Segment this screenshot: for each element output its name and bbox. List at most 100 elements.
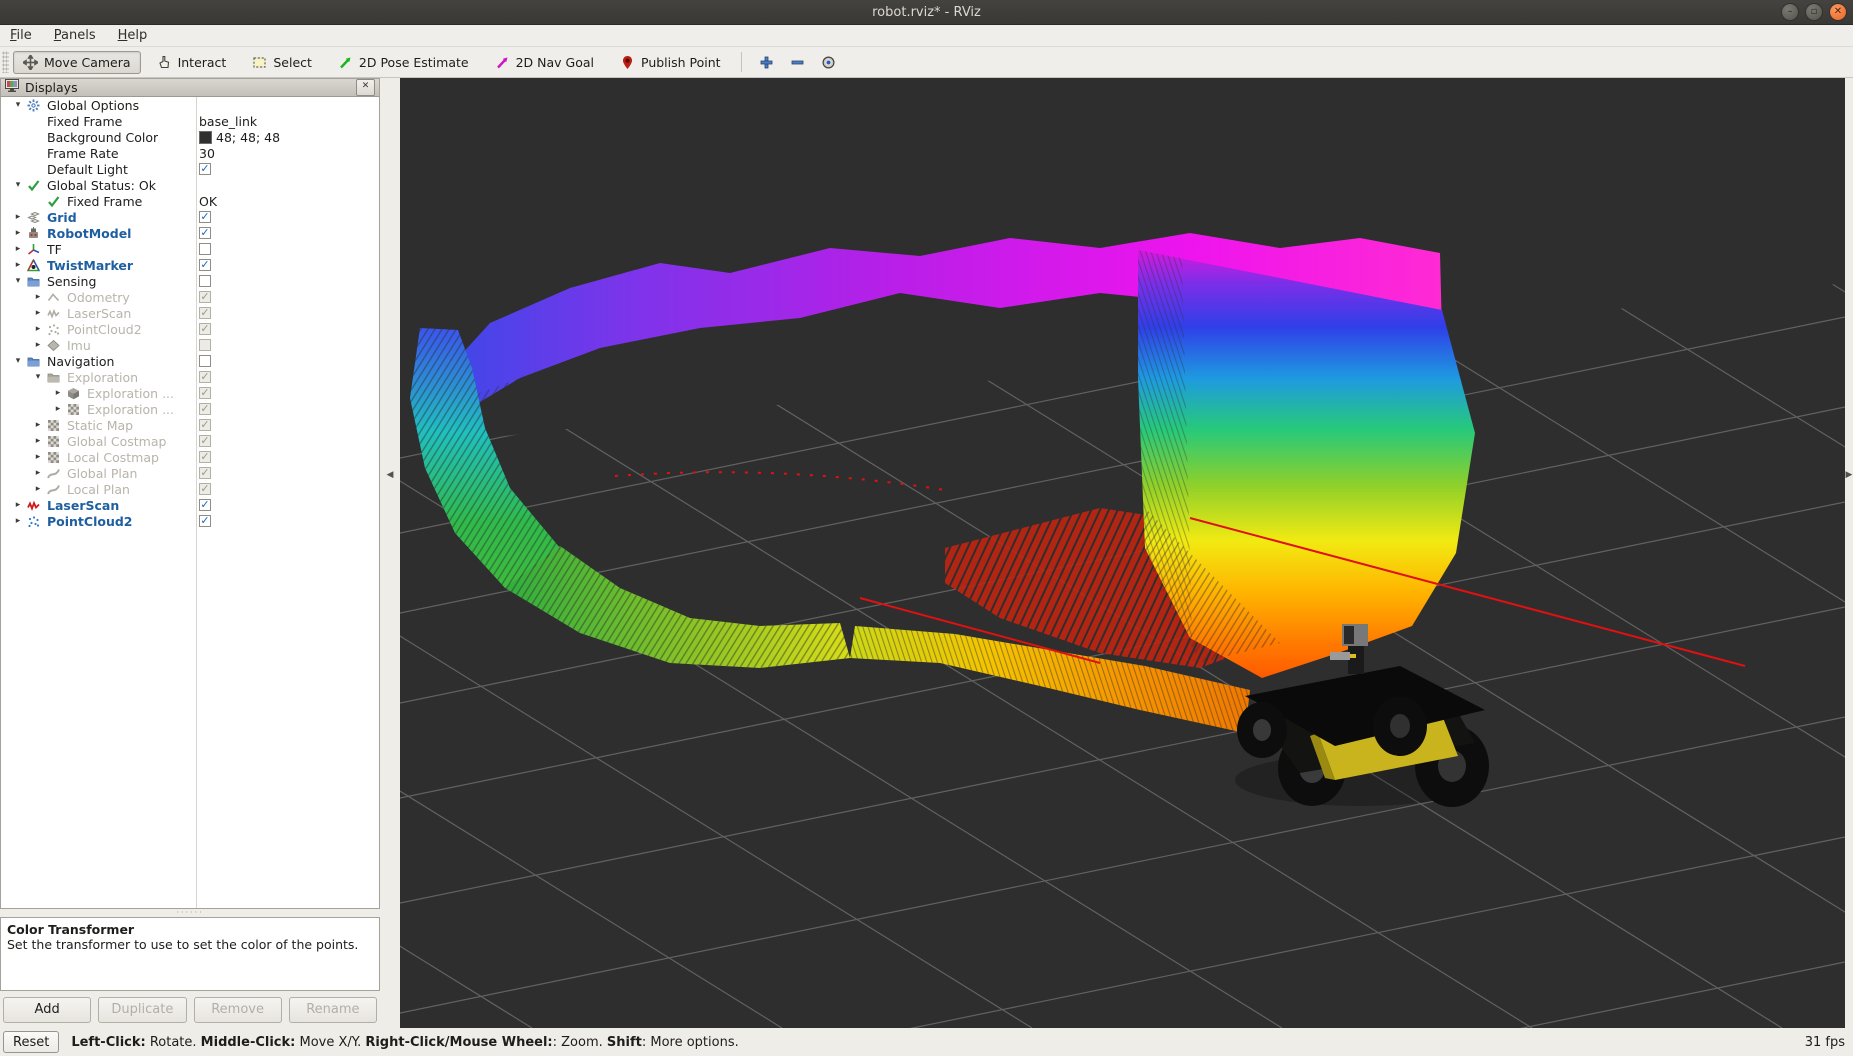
maximize-button[interactable]: ▫	[1805, 3, 1823, 21]
visibility-checkbox[interactable]: ✓	[199, 227, 211, 239]
display-row-global-plan[interactable]: ▸Global Plan✓	[1, 465, 379, 481]
display-row-global-costmap[interactable]: ▸Global Costmap✓	[1, 433, 379, 449]
tool-focus-eye[interactable]	[814, 51, 843, 74]
visibility-checkbox[interactable]: ✓	[199, 499, 211, 511]
expander-icon[interactable]: ▸	[29, 292, 47, 302]
visibility-checkbox[interactable]: ✓	[199, 163, 211, 175]
visibility-checkbox[interactable]: ✓	[199, 419, 211, 431]
display-row-exploration[interactable]: ▸Exploration ...✓	[1, 401, 379, 417]
expander-icon[interactable]: ▸	[9, 212, 27, 222]
minimize-button[interactable]: –	[1781, 3, 1799, 21]
display-row-global-options[interactable]: ▾Global Options	[1, 97, 379, 113]
tool-interact[interactable]: Interact	[147, 51, 237, 74]
visibility-checkbox[interactable]: ✓	[199, 483, 211, 495]
display-row-tf[interactable]: ▸TF	[1, 241, 379, 257]
tool-zoom-in-plus[interactable]	[752, 51, 781, 74]
display-row-navigation[interactable]: ▾Navigation	[1, 353, 379, 369]
expander-icon[interactable]: ▸	[9, 500, 27, 510]
expander-icon[interactable]: ▾	[9, 356, 27, 366]
panel-splitter-handle[interactable]: ······	[0, 909, 380, 917]
expander-icon[interactable]: ▸	[29, 420, 47, 430]
menu-item-panels[interactable]: Panels	[54, 28, 96, 43]
duplicate-button[interactable]: Duplicate	[98, 997, 186, 1023]
expander-icon[interactable]: ▸	[9, 260, 27, 270]
display-row-background-color[interactable]: Background Color48; 48; 48	[1, 129, 379, 145]
tool-select[interactable]: Select	[242, 51, 322, 74]
property-value[interactable]: OK	[199, 194, 217, 209]
add-button[interactable]: Add	[3, 997, 91, 1023]
expander-icon[interactable]: ▾	[9, 276, 27, 286]
display-row-exploration[interactable]: ▸Exploration ...✓	[1, 385, 379, 401]
visibility-checkbox[interactable]	[199, 275, 211, 287]
visibility-checkbox[interactable]: ✓	[199, 467, 211, 479]
menu-item-help[interactable]: Help	[118, 28, 148, 43]
reset-button[interactable]: Reset	[3, 1031, 59, 1053]
panel-close-button[interactable]: ✕	[356, 79, 375, 96]
display-row-static-map[interactable]: ▸Static Map✓	[1, 417, 379, 433]
displays-panel-header[interactable]: Displays ✕	[0, 78, 380, 97]
collapse-right-arrow-icon[interactable]: ▶	[1846, 470, 1853, 480]
display-row-pointcloud2[interactable]: ▸PointCloud2✓	[1, 513, 379, 529]
color-swatch[interactable]	[199, 131, 212, 144]
rename-button[interactable]: Rename	[289, 997, 377, 1023]
display-row-robotmodel[interactable]: ▸RobotModel✓	[1, 225, 379, 241]
visibility-checkbox[interactable]: ✓	[199, 403, 211, 415]
display-row-pointcloud2[interactable]: ▸PointCloud2✓	[1, 321, 379, 337]
expander-icon[interactable]: ▸	[49, 388, 67, 398]
collapse-left-arrow-icon[interactable]: ◀	[387, 470, 394, 480]
visibility-checkbox[interactable]: ✓	[199, 435, 211, 447]
property-value[interactable]: 30	[199, 146, 215, 161]
toolbar-drag-handle[interactable]	[2, 51, 9, 73]
expander-icon[interactable]: ▾	[9, 180, 27, 190]
expander-icon[interactable]: ▸	[29, 468, 47, 478]
tool-2d-nav-goal[interactable]: 2D Nav Goal	[485, 51, 604, 74]
display-row-exploration[interactable]: ▾Exploration✓	[1, 369, 379, 385]
visibility-checkbox[interactable]: ✓	[199, 387, 211, 399]
menu-item-file[interactable]: File	[10, 28, 32, 43]
expander-icon[interactable]: ▸	[29, 436, 47, 446]
expander-icon[interactable]: ▸	[9, 516, 27, 526]
visibility-checkbox[interactable]: ✓	[199, 211, 211, 223]
expander-icon[interactable]: ▸	[29, 340, 47, 350]
titlebar[interactable]: robot.rviz* - RViz – ▫ ✕	[0, 0, 1853, 25]
right-dock-splitter[interactable]: ▶	[1845, 78, 1853, 1028]
visibility-checkbox[interactable]: ✓	[199, 307, 211, 319]
tool-move-camera[interactable]: Move Camera	[13, 51, 141, 74]
display-row-global-status-ok[interactable]: ▾Global Status: Ok	[1, 177, 379, 193]
display-row-laserscan[interactable]: ▸LaserScan✓	[1, 305, 379, 321]
expander-icon[interactable]: ▸	[49, 404, 67, 414]
visibility-checkbox[interactable]	[199, 355, 211, 367]
display-row-grid[interactable]: ▸Grid✓	[1, 209, 379, 225]
display-row-imu[interactable]: ▸Imu	[1, 337, 379, 353]
display-row-fixed-frame[interactable]: Fixed Framebase_link	[1, 113, 379, 129]
visibility-checkbox[interactable]	[199, 243, 211, 255]
property-value[interactable]: 48; 48; 48	[216, 130, 280, 145]
tool-2d-pose-estimate[interactable]: 2D Pose Estimate	[328, 51, 479, 74]
tool-publish-point[interactable]: Publish Point	[610, 51, 731, 74]
display-row-odometry[interactable]: ▸Odometry✓	[1, 289, 379, 305]
display-row-frame-rate[interactable]: Frame Rate30	[1, 145, 379, 161]
expander-icon[interactable]: ▸	[29, 484, 47, 494]
tool-zoom-out-minus[interactable]	[783, 51, 812, 74]
display-row-local-plan[interactable]: ▸Local Plan✓	[1, 481, 379, 497]
visibility-checkbox[interactable]	[199, 339, 211, 351]
display-row-sensing[interactable]: ▾Sensing	[1, 273, 379, 289]
3d-viewport[interactable]	[400, 78, 1845, 1028]
expander-icon[interactable]: ▾	[29, 372, 47, 382]
property-value[interactable]: base_link	[199, 114, 257, 129]
display-row-default-light[interactable]: Default Light✓	[1, 161, 379, 177]
display-row-local-costmap[interactable]: ▸Local Costmap✓	[1, 449, 379, 465]
display-row-twistmarker[interactable]: ▸TwistMarker✓	[1, 257, 379, 273]
visibility-checkbox[interactable]: ✓	[199, 515, 211, 527]
visibility-checkbox[interactable]: ✓	[199, 259, 211, 271]
left-dock-splitter[interactable]: ◀	[380, 78, 400, 1028]
expander-icon[interactable]: ▾	[9, 100, 27, 110]
expander-icon[interactable]: ▸	[9, 228, 27, 238]
expander-icon[interactable]: ▸	[9, 244, 27, 254]
display-row-fixed-frame[interactable]: Fixed FrameOK	[1, 193, 379, 209]
expander-icon[interactable]: ▸	[29, 324, 47, 334]
visibility-checkbox[interactable]: ✓	[199, 323, 211, 335]
visibility-checkbox[interactable]: ✓	[199, 291, 211, 303]
visibility-checkbox[interactable]: ✓	[199, 451, 211, 463]
expander-icon[interactable]: ▸	[29, 308, 47, 318]
